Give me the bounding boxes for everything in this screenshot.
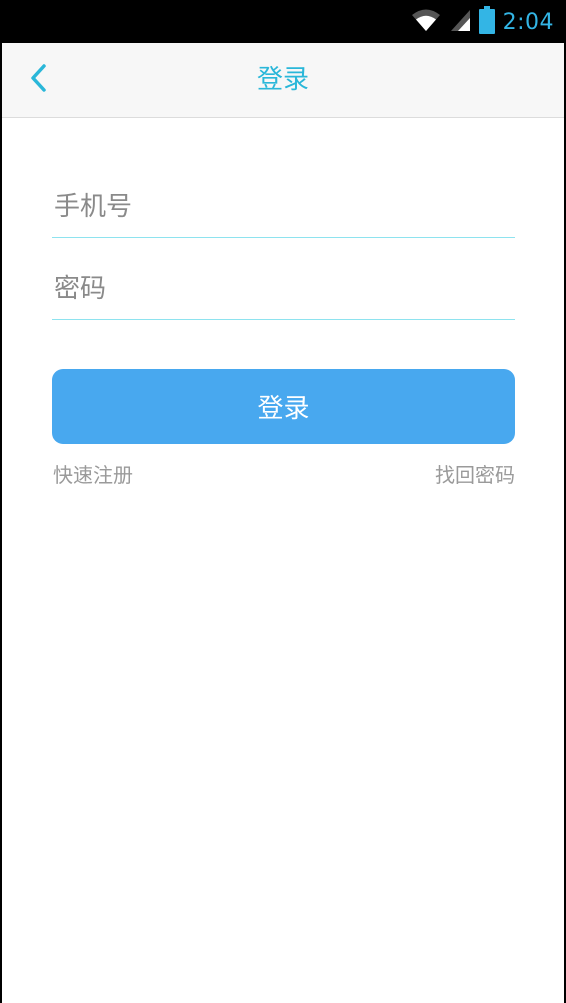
- battery-icon: [478, 6, 495, 38]
- status-bar: 2:04: [0, 0, 566, 43]
- status-icons: 2:04: [411, 6, 554, 38]
- password-input[interactable]: [52, 259, 515, 319]
- phone-input[interactable]: [52, 177, 515, 237]
- status-time: 2:04: [502, 9, 554, 35]
- nav-bar: 登录: [2, 43, 564, 118]
- login-button[interactable]: 登录: [52, 369, 515, 444]
- forgot-password-link[interactable]: 找回密码: [435, 459, 515, 488]
- register-link[interactable]: 快速注册: [53, 459, 133, 488]
- page-title: 登录: [256, 65, 309, 95]
- phone-field-container: [52, 177, 515, 238]
- signal-icon: [449, 8, 471, 36]
- password-field-container: [52, 259, 515, 320]
- wifi-icon: [411, 8, 441, 36]
- app-frame: 登录 登录 快速注册 找回密码: [2, 43, 564, 1003]
